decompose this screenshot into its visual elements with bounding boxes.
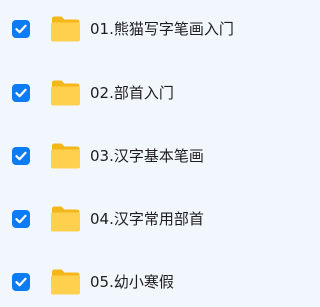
file-row[interactable]: 02.部首入门 <box>0 73 301 113</box>
file-row[interactable]: 04.汉字常用部首 <box>0 199 301 239</box>
checkmark-icon <box>15 24 27 34</box>
file-row[interactable]: 03.汉字基本笔画 <box>0 136 301 176</box>
checkbox-checked[interactable] <box>12 20 30 38</box>
file-list: 01.熊猫写字笔画入门 02.部首入门 03.汉字基本笔画 04.汉字常用部首 … <box>0 0 301 307</box>
checkbox-checked[interactable] <box>12 84 30 102</box>
folder-icon <box>50 268 81 295</box>
folder-icon <box>50 205 81 232</box>
file-name: 02.部首入门 <box>90 84 174 102</box>
folder-icon <box>50 79 81 106</box>
checkbox-checked[interactable] <box>12 147 30 165</box>
checkmark-icon <box>15 88 27 98</box>
file-row[interactable]: 01.熊猫写字笔画入门 <box>0 9 301 49</box>
file-name: 03.汉字基本笔画 <box>90 147 204 165</box>
file-name: 01.熊猫写字笔画入门 <box>90 20 234 38</box>
checkbox-checked[interactable] <box>12 210 30 228</box>
file-row[interactable]: 05.幼小寒假 <box>0 262 301 302</box>
checkmark-icon <box>15 277 27 287</box>
folder-icon <box>50 15 81 42</box>
file-name: 05.幼小寒假 <box>90 273 174 291</box>
checkmark-icon <box>15 214 27 224</box>
checkmark-icon <box>15 151 27 161</box>
checkbox-checked[interactable] <box>12 273 30 291</box>
folder-icon <box>50 142 81 169</box>
file-name: 04.汉字常用部首 <box>90 210 204 228</box>
